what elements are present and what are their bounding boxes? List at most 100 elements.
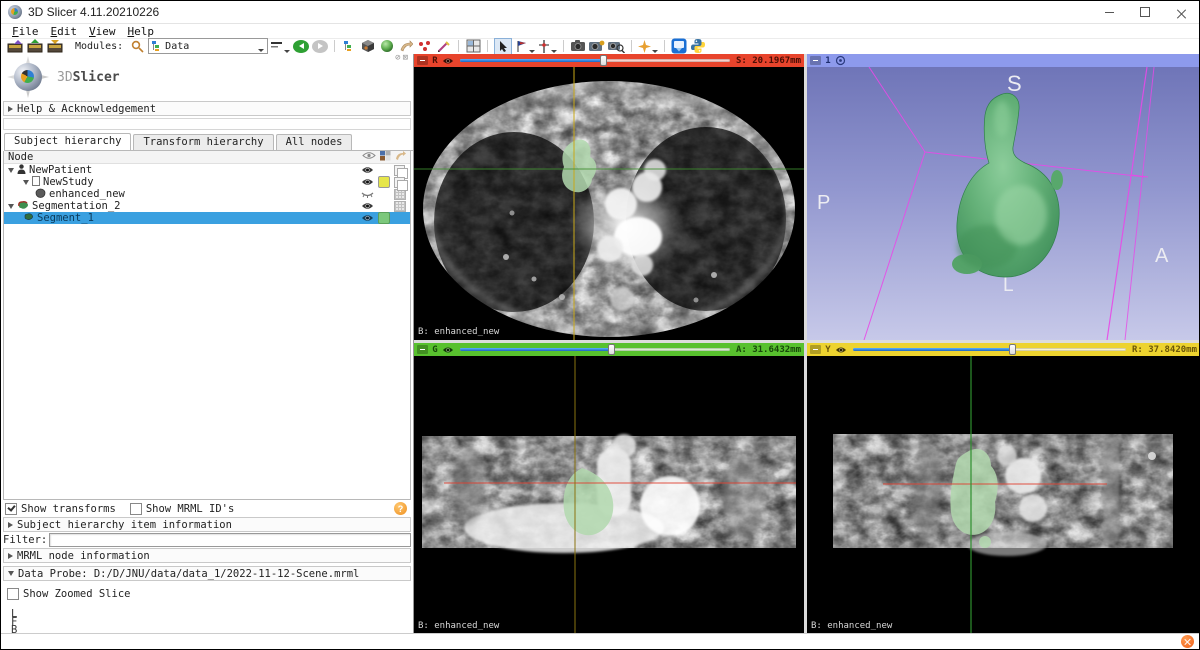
yellow-slice-view[interactable]: Y R: 37.8420mm xyxy=(807,343,1200,634)
minimize-button[interactable] xyxy=(1091,1,1127,23)
table-icon[interactable] xyxy=(394,201,406,212)
module-history-forward-button[interactable] xyxy=(312,40,328,53)
color-column-icon[interactable] xyxy=(380,151,391,164)
hierarchy-tabs: Subject hierarchy Transform hierarchy Al… xyxy=(4,133,413,151)
zoomed-slice-row: Show Zoomed Slice xyxy=(7,585,413,602)
module-history-back-button[interactable] xyxy=(293,40,309,53)
slice-offset-slider[interactable] xyxy=(460,344,730,355)
visibility-eye-icon[interactable] xyxy=(361,166,374,174)
maximize-button[interactable] xyxy=(1127,1,1163,23)
show-zoomed-slice-checkbox[interactable] xyxy=(7,588,19,600)
expander-icon[interactable] xyxy=(23,180,29,185)
module-search-icon[interactable] xyxy=(129,39,145,54)
slice-offset-slider[interactable] xyxy=(853,344,1126,355)
menu-edit[interactable]: Edit xyxy=(45,25,84,38)
close-panel-icon[interactable]: ⊠ xyxy=(403,53,410,63)
menu-file[interactable]: File xyxy=(6,25,45,38)
place-markups-button[interactable] xyxy=(515,39,535,54)
undock-panel-icon[interactable]: ⊘ xyxy=(395,53,402,63)
tab-subject-hierarchy[interactable]: Subject hierarchy xyxy=(4,133,131,150)
favorite-models-module-button[interactable] xyxy=(379,39,395,54)
favorite-data-module-button[interactable] xyxy=(341,39,357,54)
chevron-down-icon xyxy=(551,50,557,53)
pin-icon[interactable] xyxy=(417,56,428,65)
extensions-manager-button[interactable] xyxy=(671,39,687,54)
data-probe-section[interactable]: Data Probe: D:/D/JNU/data/data_1/2022-11… xyxy=(3,566,411,581)
pin-icon[interactable] xyxy=(417,345,428,354)
layout-selector-button[interactable] xyxy=(465,39,481,54)
pin-icon[interactable] xyxy=(810,56,821,65)
expander-icon[interactable] xyxy=(8,204,14,209)
slice-visibility-eye-icon[interactable] xyxy=(442,346,454,354)
slice-visibility-eye-icon[interactable] xyxy=(442,57,454,65)
favorite-annotations-module-button[interactable] xyxy=(436,39,452,54)
restore-scene-view-button[interactable] xyxy=(608,39,625,54)
module-selector[interactable]: Data xyxy=(148,38,268,54)
visibility-eye-icon[interactable] xyxy=(361,202,374,210)
visibility-eye-icon[interactable] xyxy=(361,214,374,222)
scene-view-button[interactable] xyxy=(589,39,605,54)
yellow-slice-canvas[interactable]: B: enhanced_new xyxy=(807,356,1200,634)
transform-column-icon[interactable] xyxy=(395,151,406,164)
transforms-options-row: Show transforms Show MRML ID's ? xyxy=(1,500,413,517)
tree-row-enhanced-new[interactable]: enhanced_new xyxy=(4,188,410,200)
tab-transform-hierarchy[interactable]: Transform hierarchy xyxy=(133,134,273,150)
close-button[interactable] xyxy=(1163,1,1199,23)
tree-row-segment-1[interactable]: Segment_1 xyxy=(4,212,410,224)
chevron-down-icon xyxy=(529,50,535,53)
slice-offset-slider[interactable] xyxy=(460,55,730,66)
cascade-icon[interactable] xyxy=(394,165,405,176)
favorite-markups-module-button[interactable] xyxy=(417,39,433,54)
expander-icon[interactable] xyxy=(8,168,14,173)
visibility-eye-icon[interactable] xyxy=(361,178,374,186)
collapsed-arrow-icon xyxy=(8,106,13,112)
menu-view[interactable]: View xyxy=(83,25,122,38)
mrml-node-information-label: MRML node information xyxy=(17,550,150,562)
python-console-button[interactable] xyxy=(690,39,706,54)
mouse-interaction-mode-button[interactable] xyxy=(494,38,512,55)
threed-view[interactable]: 1 L xyxy=(807,54,1200,340)
color-swatch[interactable] xyxy=(378,176,390,188)
orientation-posterior-label: P xyxy=(817,192,830,215)
visibility-eye-closed-icon[interactable] xyxy=(361,190,374,198)
load-data-button[interactable] xyxy=(27,39,44,54)
probe-foreground-row: F xyxy=(11,618,413,626)
tree-row-newstudy[interactable]: NewStudy xyxy=(4,176,410,188)
favorite-volumes-module-button[interactable] xyxy=(360,39,376,54)
cascade-icon[interactable] xyxy=(394,177,405,188)
item-information-section[interactable]: Subject hierarchy item information xyxy=(3,517,411,532)
threed-canvas[interactable]: L S P A xyxy=(807,67,1200,340)
segment-color-swatch[interactable] xyxy=(378,212,390,224)
slice-visibility-eye-icon[interactable] xyxy=(835,346,847,354)
mrml-node-information-section[interactable]: MRML node information xyxy=(3,548,411,563)
install-extensions-button[interactable] xyxy=(638,39,658,54)
data-probe-body: Show Zoomed Slice L F B xyxy=(1,581,413,634)
app-window: 3D Slicer 4.11.20210226 File Edit View H… xyxy=(0,0,1200,650)
background-volume-label: B: enhanced_new xyxy=(418,327,499,337)
green-slice-view[interactable]: G A: 31.6432mm xyxy=(414,343,804,634)
green-slice-canvas[interactable]: B: enhanced_new xyxy=(414,356,804,634)
save-scene-button[interactable] xyxy=(47,39,64,54)
spin-icon[interactable] xyxy=(835,55,846,66)
load-dicom-button[interactable] xyxy=(7,39,24,54)
favorite-transforms-module-button[interactable] xyxy=(398,39,414,54)
filter-input[interactable] xyxy=(49,533,411,547)
tree-row-segmentation-2[interactable]: Segmentation_2 xyxy=(4,200,410,212)
orientation-anterior-label: A xyxy=(1155,245,1168,268)
red-slice-canvas[interactable]: B: enhanced_new xyxy=(414,67,804,340)
tree-row-newpatient[interactable]: NewPatient xyxy=(4,164,410,176)
show-mrml-ids-checkbox[interactable] xyxy=(130,503,142,515)
error-x-icon xyxy=(1184,638,1191,645)
help-icon[interactable]: ? xyxy=(394,502,407,515)
help-acknowledgement-section[interactable]: Help & Acknowledgement xyxy=(3,101,411,116)
error-log-button[interactable] xyxy=(1181,635,1194,648)
tab-all-nodes[interactable]: All nodes xyxy=(276,134,353,150)
show-transforms-checkbox[interactable] xyxy=(5,503,17,515)
capture-screenshot-button[interactable] xyxy=(570,39,586,54)
module-panel-menu-button[interactable] xyxy=(271,39,290,54)
menu-help[interactable]: Help xyxy=(122,25,161,38)
pin-icon[interactable] xyxy=(810,345,821,354)
visibility-column-icon[interactable] xyxy=(362,151,376,163)
red-slice-view[interactable]: R S: 20.1967mm xyxy=(414,54,804,340)
crosshair-button[interactable] xyxy=(538,39,557,54)
